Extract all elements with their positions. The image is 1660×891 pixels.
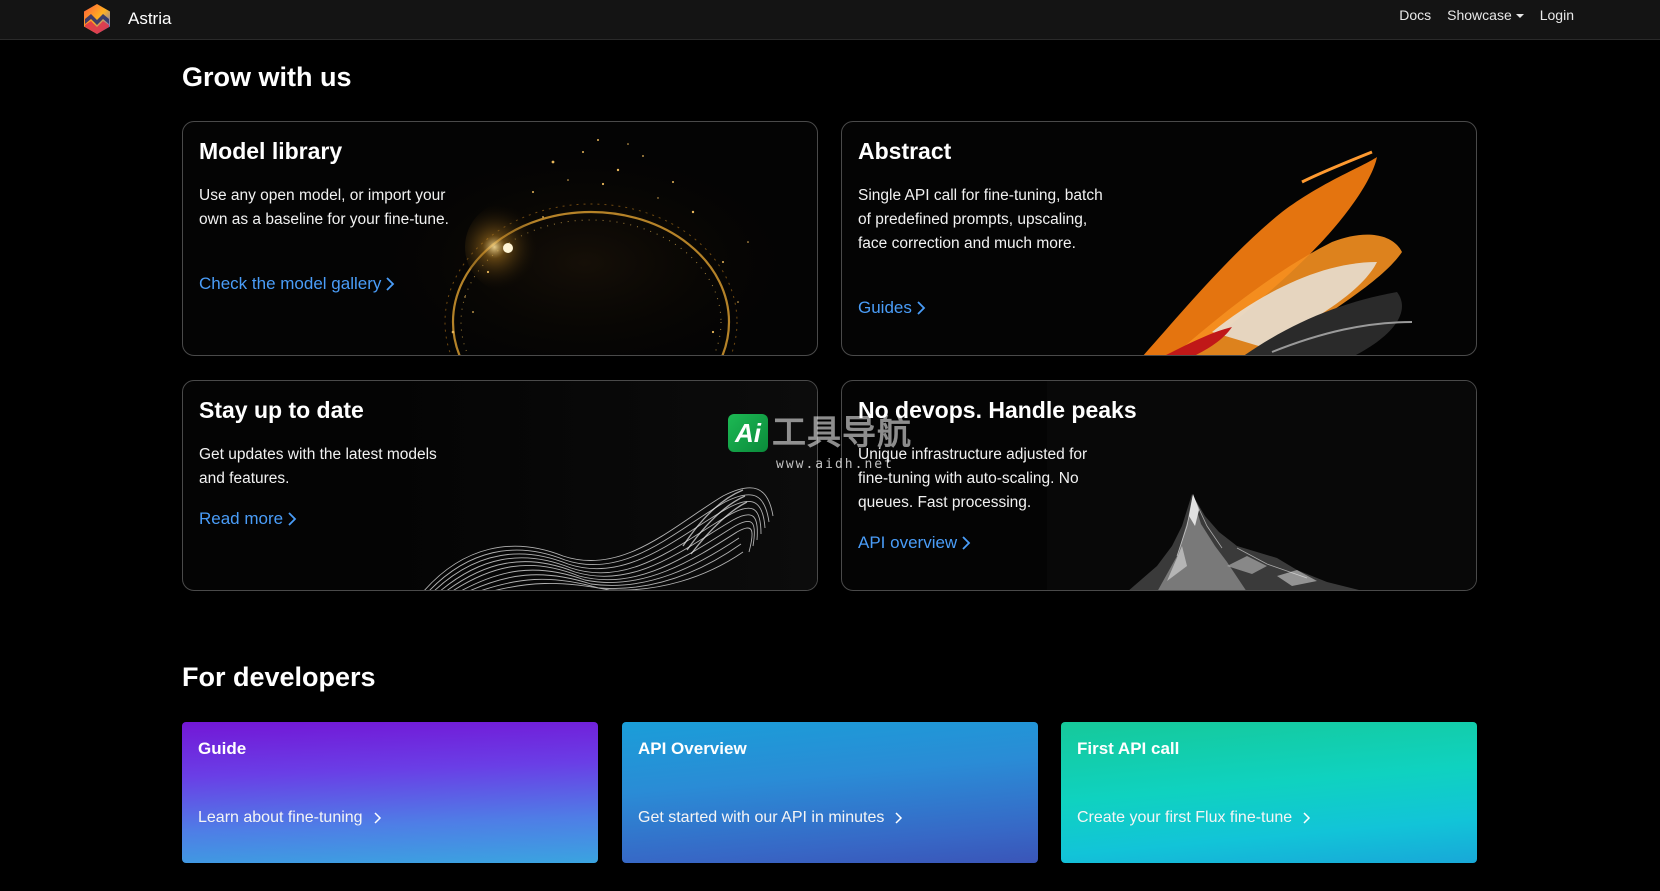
card-abstract: Abstract Single API call for fine-tuning… <box>841 121 1477 356</box>
card-stay-up-to-date: Stay up to date Get updates with the lat… <box>182 380 818 591</box>
watermark-text: 工具导航 <box>772 414 912 452</box>
astria-logo-icon <box>84 4 110 34</box>
dev-card-title: Guide <box>198 739 247 758</box>
dev-card-link-label: Learn about fine-tuning <box>198 809 363 826</box>
card-link-label: Read more <box>199 509 284 528</box>
card-title: Abstract <box>858 138 952 164</box>
guides-link[interactable]: Guides <box>858 298 926 318</box>
dev-card-link[interactable]: Get started with our API in minutes <box>638 809 904 827</box>
card-model-library: Model library Use any open model, or imp… <box>182 121 818 356</box>
nav-links: Docs Showcase Login <box>1399 0 1574 30</box>
nav-showcase-dropdown[interactable]: Showcase <box>1447 7 1524 23</box>
brand-home-link[interactable]: Astria <box>80 2 171 36</box>
card-title: Stay up to date <box>199 397 364 423</box>
dev-card-title: First API call <box>1077 739 1180 758</box>
card-link-label: Check the model gallery <box>199 274 382 293</box>
grow-section-title: Grow with us <box>182 62 352 92</box>
chevron-right-icon <box>1303 812 1311 824</box>
dev-card-link[interactable]: Create your first Flux fine-tune <box>1077 809 1312 827</box>
paint-stroke-image <box>1143 150 1413 355</box>
api-overview-link[interactable]: API overview <box>858 533 971 553</box>
caret-down-icon <box>1515 13 1524 18</box>
chevron-right-icon <box>386 277 395 291</box>
nav-login-link[interactable]: Login <box>1540 7 1574 23</box>
chevron-right-icon <box>288 512 297 526</box>
watermark-url: www.aidh.net <box>776 457 894 472</box>
dev-card-first-api-call[interactable]: First API call Create your first Flux fi… <box>1061 722 1477 863</box>
chevron-right-icon <box>962 536 971 550</box>
card-no-devops: No devops. Handle peaks Unique infrastru… <box>841 380 1477 591</box>
watermark-overlay: Ai 工具导航 www.aidh.net <box>728 414 928 476</box>
golden-ring-image <box>393 122 817 355</box>
model-gallery-link[interactable]: Check the model gallery <box>199 274 395 294</box>
card-title: Model library <box>199 138 343 164</box>
dev-card-title: API Overview <box>638 739 747 758</box>
card-description: Single API call for fine-tuning, batch o… <box>858 187 1103 252</box>
card-title: No devops. Handle peaks <box>858 397 1137 423</box>
chevron-right-icon <box>917 301 926 315</box>
dev-card-api-overview[interactable]: API Overview Get started with our API in… <box>622 722 1038 863</box>
chevron-right-icon <box>895 812 903 824</box>
dev-card-guide[interactable]: Guide Learn about fine-tuning <box>182 722 598 863</box>
card-link-label: Guides <box>858 298 912 317</box>
brand-name: Astria <box>128 9 172 28</box>
watermark-badge: Ai <box>728 414 768 452</box>
wave-lines-image <box>424 487 774 590</box>
card-link-label: API overview <box>858 533 958 552</box>
developers-section-title: For developers <box>182 662 376 692</box>
chevron-right-icon <box>374 812 381 824</box>
card-description: Use any open model, or import your own a… <box>199 187 449 228</box>
card-description: Get updates with the latest models and f… <box>199 446 437 487</box>
mountain-peak-image <box>1129 494 1359 590</box>
dev-card-link[interactable]: Learn about fine-tuning <box>198 809 383 827</box>
read-more-link[interactable]: Read more <box>199 509 297 529</box>
top-navbar: Astria Docs Showcase Login <box>0 0 1660 40</box>
dev-card-link-label: Create your first Flux fine-tune <box>1077 809 1293 826</box>
nav-showcase-label: Showcase <box>1447 7 1512 23</box>
dev-card-link-label: Get started with our API in minutes <box>638 809 885 826</box>
nav-docs-link[interactable]: Docs <box>1399 7 1431 23</box>
